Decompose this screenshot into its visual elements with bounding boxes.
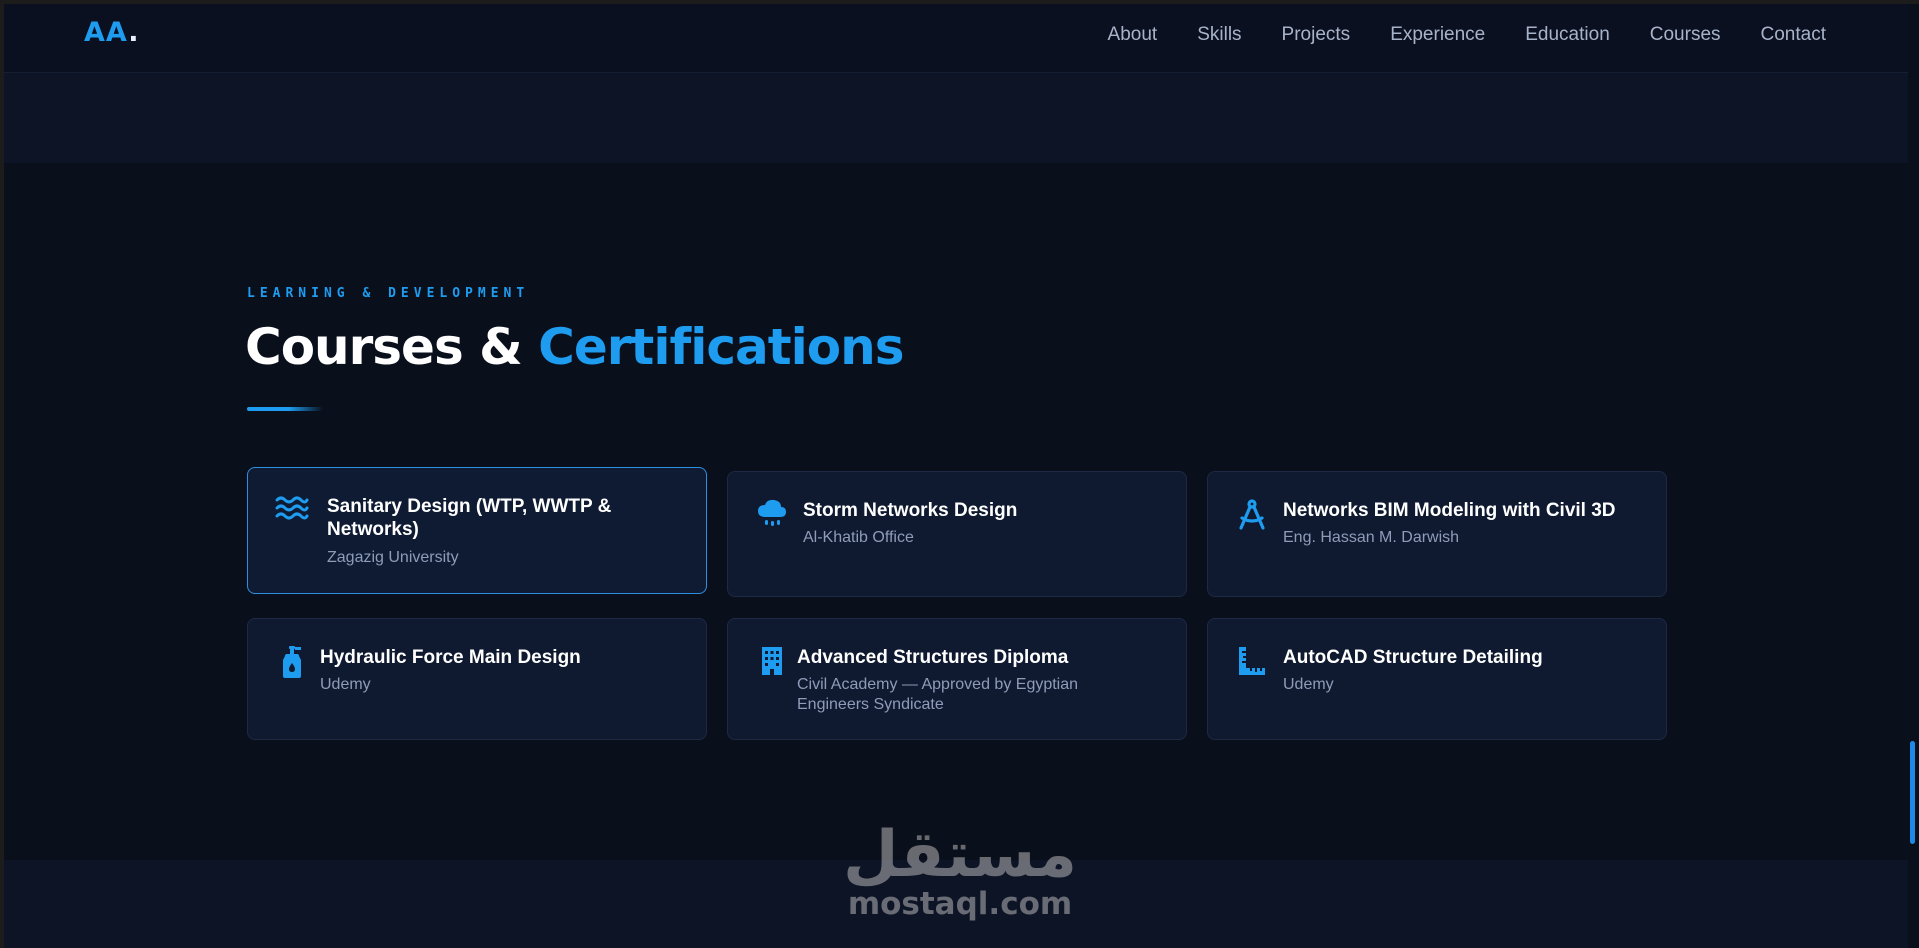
course-provider: Zagazig University <box>327 549 459 566</box>
nav-link-projects[interactable]: Projects <box>1282 24 1351 46</box>
section-title-accent: Certifications <box>538 318 904 376</box>
course-provider: Udemy <box>320 676 371 693</box>
course-card-advanced-structures[interactable]: Advanced Structures Diploma Civil Academ… <box>727 618 1187 740</box>
drafting-compass-icon <box>1235 499 1269 533</box>
previous-section-band <box>0 73 1908 163</box>
nav-link-about[interactable]: About <box>1108 24 1158 46</box>
course-provider: Eng. Hassan M. Darwish <box>1283 529 1460 546</box>
course-card-hydraulic-force-main[interactable]: Hydraulic Force Main Design Udemy <box>247 618 707 740</box>
course-card-autocad-detailing[interactable]: AutoCAD Structure Detailing Udemy <box>1207 618 1667 740</box>
mostaql-watermark: مستقل mostaql.com <box>842 818 1078 922</box>
scrollbar-thumb[interactable] <box>1910 741 1915 844</box>
water-waves-icon <box>275 495 309 529</box>
title-underline <box>247 407 323 411</box>
top-navbar: AA. About Skills Projects Experience Edu… <box>0 0 1908 73</box>
nav-link-courses[interactable]: Courses <box>1650 24 1721 46</box>
course-card-storm-networks[interactable]: Storm Networks Design Al-Khatib Office <box>727 471 1187 597</box>
course-title: AutoCAD Structure Detailing <box>1283 647 1543 668</box>
building-icon <box>755 646 789 680</box>
course-provider: Al-Khatib Office <box>803 529 914 546</box>
course-card-bim-civil3d[interactable]: Networks BIM Modeling with Civil 3D Eng.… <box>1207 471 1667 597</box>
section-eyebrow: LEARNING & DEVELOPMENT <box>247 286 530 301</box>
nav-link-education[interactable]: Education <box>1525 24 1610 46</box>
course-provider: Udemy <box>1283 676 1334 693</box>
nav-links: About Skills Projects Experience Educati… <box>1068 24 1826 46</box>
cloud-rain-icon <box>755 499 789 533</box>
course-title: Hydraulic Force Main Design <box>320 647 581 668</box>
ruler-icon <box>1235 646 1269 680</box>
course-title: Sanitary Design (WTP, WWTP & Networks) <box>327 496 612 540</box>
nav-link-experience[interactable]: Experience <box>1390 24 1485 46</box>
nav-link-skills[interactable]: Skills <box>1197 24 1241 46</box>
course-title: Advanced Structures Diploma <box>797 647 1069 668</box>
course-title: Storm Networks Design <box>803 500 1018 521</box>
pump-bottle-icon <box>275 645 309 679</box>
course-card-sanitary-design[interactable]: Sanitary Design (WTP, WWTP & Networks) Z… <box>247 467 707 594</box>
course-title: Networks BIM Modeling with Civil 3D <box>1283 500 1616 521</box>
course-provider: Civil Academy — Approved by Egyptian Eng… <box>797 676 1079 713</box>
section-title: Courses & Certifications <box>245 318 904 376</box>
nav-link-contact[interactable]: Contact <box>1761 24 1826 46</box>
site-logo[interactable]: AA. <box>84 17 140 48</box>
